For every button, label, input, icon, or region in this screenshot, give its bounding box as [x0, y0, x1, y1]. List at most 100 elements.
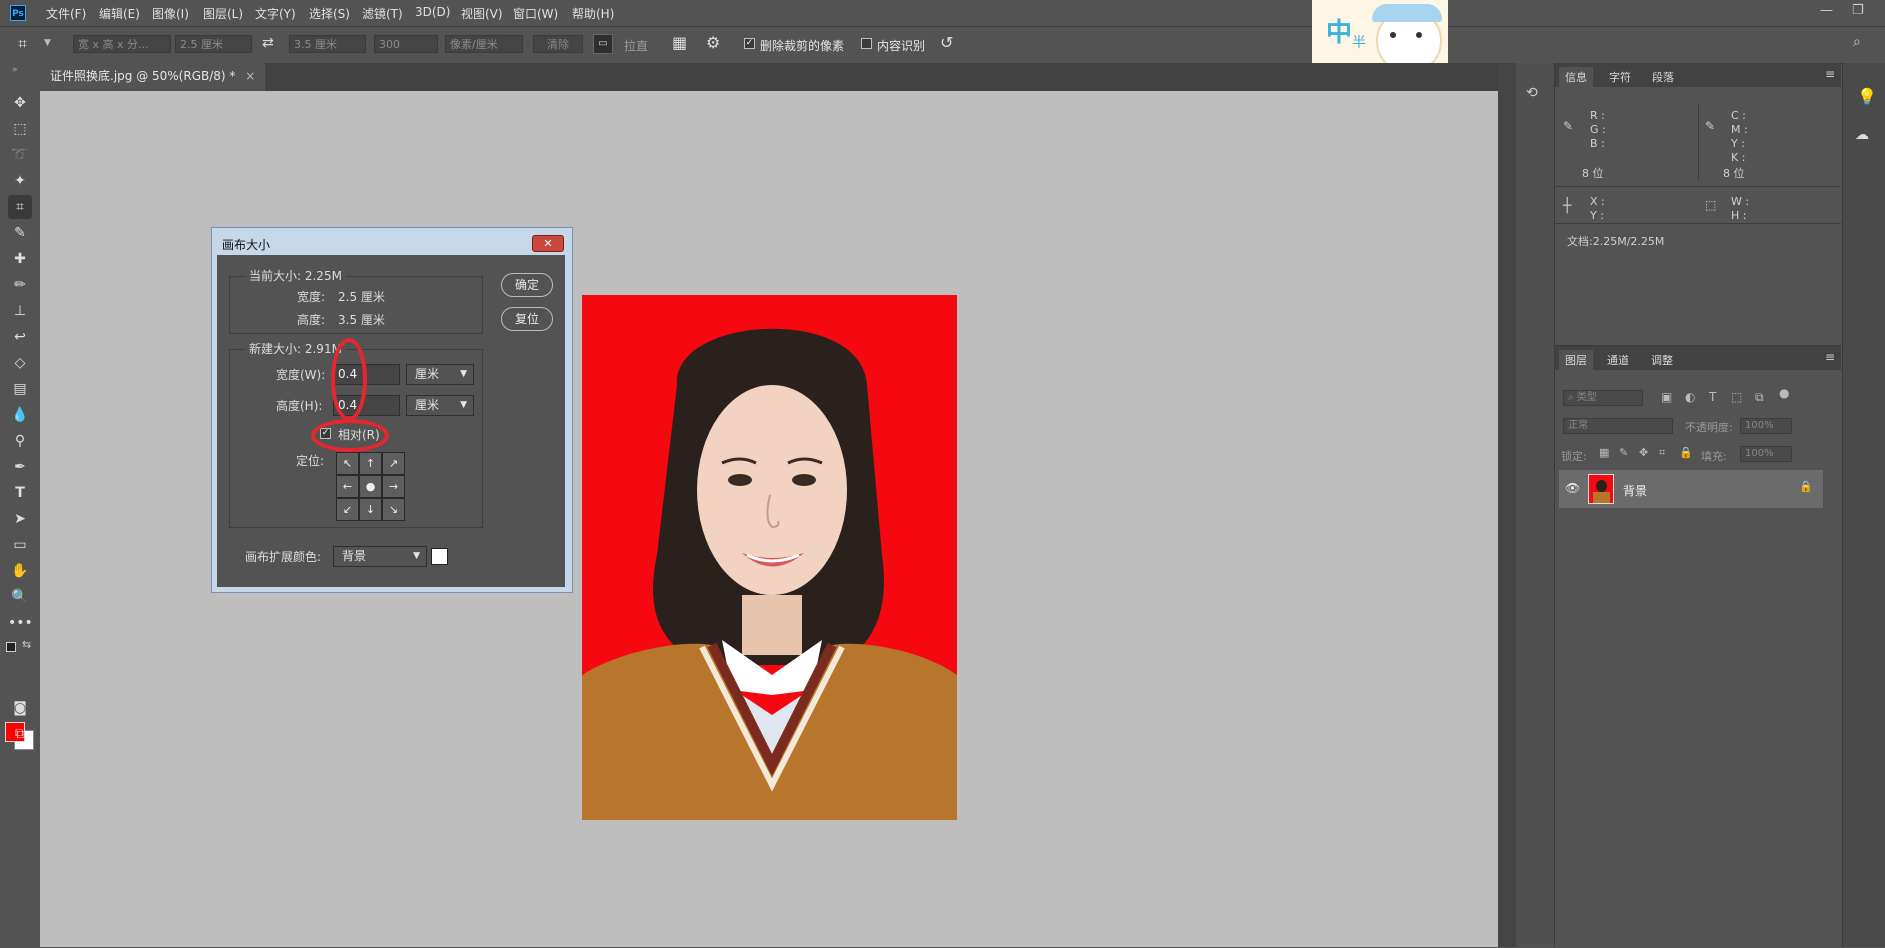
path-selection-tool-icon[interactable]: ➤ [8, 507, 32, 531]
menu-file[interactable]: 文件(F) [46, 5, 86, 22]
tab-channels[interactable]: 通道 [1607, 352, 1629, 368]
close-dialog-button[interactable]: ✕ [532, 235, 564, 252]
menu-3d[interactable]: 3D(D) [415, 5, 450, 19]
tab-adjustments[interactable]: 调整 [1651, 352, 1673, 368]
screen-mode-icon[interactable]: ⧉ [8, 722, 32, 746]
type-filter-icon[interactable]: T [1709, 390, 1716, 404]
creative-cloud-icon[interactable]: ☁ [1855, 127, 1869, 143]
anchor-left[interactable]: ← [336, 475, 359, 498]
shape-filter-icon[interactable]: ⬚ [1731, 390, 1742, 404]
gradient-tool-icon[interactable]: ▤ [8, 377, 32, 401]
quick-mask-icon[interactable]: ◙ [8, 696, 32, 720]
gear-icon[interactable]: ⚙ [706, 33, 720, 52]
zoom-tool-icon[interactable]: 🔍 [8, 585, 32, 609]
reset-icon[interactable]: ↺ [940, 33, 953, 52]
rectangle-tool-icon[interactable]: ▭ [8, 533, 32, 557]
minimize-button[interactable]: — [1820, 3, 1833, 18]
width-unit-select[interactable]: 厘米 ▼ [406, 364, 474, 385]
document-tab[interactable]: 证件照换底.jpg @ 50%(RGB/8) * × [40, 63, 266, 91]
hand-tool-icon[interactable]: ✋ [8, 559, 32, 583]
type-tool-icon[interactable]: T [8, 481, 32, 505]
anchor-right[interactable]: → [382, 475, 405, 498]
extension-color-select[interactable]: 背景 ▼ [333, 546, 427, 567]
chevron-down-icon[interactable]: ▼ [44, 38, 51, 48]
anchor-center[interactable]: ● [359, 475, 382, 498]
tab-character[interactable]: 字符 [1609, 69, 1631, 85]
tab-layers[interactable]: 图层 [1559, 350, 1593, 370]
lock-brush-icon[interactable]: ✎ [1619, 446, 1628, 459]
lock-position-icon[interactable]: ✥ [1639, 446, 1648, 459]
pen-tool-icon[interactable]: ✒ [8, 455, 32, 479]
move-tool-icon[interactable]: ✥ [8, 91, 32, 115]
eraser-tool-icon[interactable]: ◇ [8, 351, 32, 375]
menu-help[interactable]: 帮助(H) [572, 5, 614, 22]
marquee-tool-icon[interactable]: ⬚ [8, 117, 32, 141]
menu-filter[interactable]: 滤镜(T) [362, 5, 403, 22]
straighten-label[interactable]: 拉直 [624, 37, 648, 54]
image-filter-icon[interactable]: ▣ [1661, 390, 1672, 404]
crop-tool-icon[interactable]: ⌗ [18, 34, 27, 54]
panel-menu-icon[interactable]: ≡ [1825, 67, 1835, 81]
tab-info[interactable]: 信息 [1559, 67, 1593, 87]
panel-menu-icon[interactable]: ≡ [1825, 350, 1835, 364]
content-aware-label[interactable]: 内容识别 [877, 37, 925, 54]
dodge-tool-icon[interactable]: ⚲ [8, 429, 32, 453]
anchor-top-right[interactable]: ↗ [382, 452, 405, 475]
height-unit-select[interactable]: 厘米 ▼ [406, 395, 474, 416]
menu-select[interactable]: 选择(S) [309, 5, 350, 22]
layer-filter-select[interactable]: ⌕ 类型 [1563, 390, 1643, 406]
delete-cropped-label[interactable]: 删除裁剪的像素 [760, 37, 844, 54]
swap-colors-icon[interactable]: ⇆ [22, 638, 31, 651]
content-aware-checkbox[interactable] [861, 38, 872, 49]
straighten-icon[interactable]: ▭ [593, 34, 613, 54]
clear-button[interactable]: 清除 [533, 35, 583, 53]
default-colors-icon[interactable] [6, 642, 16, 652]
anchor-top-left[interactable]: ↖ [336, 452, 359, 475]
anchor-bottom-left[interactable]: ↙ [336, 498, 359, 521]
brush-tool-icon[interactable]: ✏ [8, 273, 32, 297]
eyedropper-tool-icon[interactable]: ✎ [8, 221, 32, 245]
ok-button[interactable]: 确定 [501, 273, 553, 297]
swap-icon[interactable]: ⇄ [262, 35, 274, 51]
clone-stamp-tool-icon[interactable]: ⊥ [8, 299, 32, 323]
menu-edit[interactable]: 编辑(E) [99, 5, 140, 22]
adjustment-filter-icon[interactable]: ◐ [1685, 390, 1695, 404]
lightbulb-icon[interactable]: 💡 [1857, 87, 1877, 106]
history-icon[interactable]: ⟲ [1526, 85, 1538, 101]
anchor-top[interactable]: ↑ [359, 452, 382, 475]
more-tools-icon[interactable]: ••• [8, 611, 33, 635]
anchor-bottom-right[interactable]: ↘ [382, 498, 405, 521]
crop-height-input[interactable]: 3.5 厘米 [289, 35, 366, 53]
menu-window[interactable]: 窗口(W) [513, 5, 558, 22]
close-tab-icon[interactable]: × [245, 69, 255, 83]
smart-object-filter-icon[interactable]: ⧉ [1755, 390, 1764, 405]
history-brush-tool-icon[interactable]: ↩ [8, 325, 32, 349]
restore-button[interactable]: ❐ [1852, 3, 1864, 18]
resolution-input[interactable]: 300 [374, 35, 438, 53]
extension-color-swatch[interactable] [431, 548, 448, 565]
blend-mode-select[interactable]: 正常 [1563, 418, 1673, 434]
blur-tool-icon[interactable]: 💧 [8, 403, 32, 427]
layer-name[interactable]: 背景 [1623, 482, 1647, 499]
opacity-input[interactable]: 100% [1740, 418, 1792, 434]
menu-type[interactable]: 文字(Y) [255, 5, 296, 22]
eye-icon[interactable]: 👁 [1565, 481, 1580, 495]
lasso-tool-icon[interactable]: ➰ [8, 143, 32, 167]
expand-icon[interactable]: » [12, 65, 18, 75]
menu-image[interactable]: 图像(I) [152, 5, 189, 22]
healing-brush-tool-icon[interactable]: ✚ [8, 247, 32, 271]
anchor-bottom[interactable]: ↓ [359, 498, 382, 521]
delete-cropped-checkbox[interactable]: ✓ [744, 38, 755, 49]
resolution-unit-select[interactable]: 像素/厘米 [445, 35, 523, 53]
grid-overlay-icon[interactable]: ▦ [672, 33, 687, 52]
filter-toggle-icon[interactable]: ● [1779, 386, 1789, 400]
ratio-select[interactable]: 宽 x 高 x 分... [73, 35, 171, 53]
reset-button[interactable]: 复位 [501, 307, 553, 331]
magic-wand-tool-icon[interactable]: ✦ [8, 169, 32, 193]
lock-transparency-icon[interactable]: ▦ [1599, 446, 1609, 459]
tab-paragraph[interactable]: 段落 [1652, 69, 1674, 85]
crop-width-input[interactable]: 2.5 厘米 [175, 35, 252, 53]
lock-all-icon[interactable]: 🔒 [1679, 446, 1693, 459]
crop-tool-icon[interactable]: ⌗ [8, 195, 32, 219]
fill-input[interactable]: 100% [1740, 446, 1792, 462]
